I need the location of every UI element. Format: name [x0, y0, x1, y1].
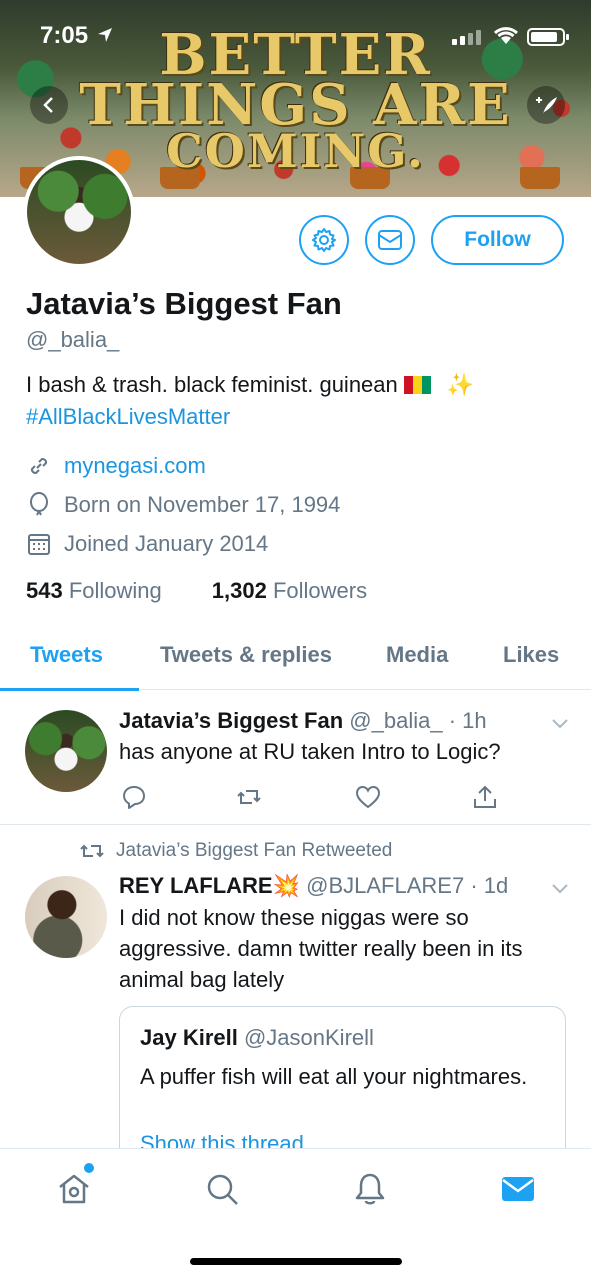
following-count: 543: [26, 578, 63, 603]
tweet-text: has anyone at RU taken Intro to Logic?: [119, 739, 501, 764]
tweet-author-avatar[interactable]: [25, 710, 107, 792]
profile-avatar-image: [27, 160, 131, 264]
bio-text: I bash & trash. black feminist. guinean: [26, 372, 398, 397]
guinea-flag-icon: [403, 376, 431, 394]
quoted-tweet-header: Jay Kirell @JasonKirell: [140, 1025, 374, 1051]
profile-birthday: Born on November 17, 1994: [64, 492, 341, 517]
envelope-icon[interactable]: [500, 1171, 536, 1207]
home-notification-dot: [84, 1163, 94, 1173]
like-icon[interactable]: [355, 784, 381, 810]
settings-button[interactable]: [299, 215, 349, 265]
mail-icon: [378, 230, 402, 250]
follow-button[interactable]: Follow: [431, 215, 564, 265]
following-count-link[interactable]: 543 Following: [26, 578, 162, 604]
balloon-icon: [26, 492, 52, 518]
compose-icon: [536, 97, 557, 114]
chevron-down-icon[interactable]: [551, 714, 569, 732]
profile-joined-date: Joined January 2014: [64, 531, 269, 556]
status-time: 7:05: [40, 22, 89, 49]
location-arrow-icon: [97, 27, 113, 48]
tweet-author-handle: @_balia_: [349, 708, 443, 733]
collision-emoji-icon: 💥: [272, 873, 301, 898]
followers-label: Followers: [272, 578, 368, 603]
tab-media[interactable]: Media: [386, 642, 448, 668]
followers-count: 1,302: [211, 578, 267, 603]
cellular-signal-icon: [452, 30, 481, 45]
tweet-author-handle: @BJLAFLARE7: [306, 873, 465, 898]
home-icon[interactable]: [56, 1171, 92, 1207]
tweet[interactable]: Jatavia’s Biggest Fan @_balia_ · 1h has …: [0, 692, 591, 825]
link-icon: [26, 453, 52, 479]
retweet-icon[interactable]: [236, 784, 262, 810]
quoted-author-handle: @JasonKirell: [243, 1025, 374, 1050]
follow-counts: 543 Following 1,302 Followers: [26, 578, 367, 604]
profile-website-link[interactable]: mynegasi.com: [64, 453, 206, 479]
profile-joined-row: Joined January 2014: [26, 531, 268, 557]
profile-bio: I bash & trash. black feminist. guinean ✨…: [26, 369, 566, 433]
tweet-time: · 1d: [470, 873, 509, 898]
tweet-author-avatar[interactable]: [25, 876, 107, 958]
wifi-icon: [491, 24, 521, 51]
status-bar: 7:05: [0, 0, 591, 70]
active-tab-indicator: [0, 688, 139, 691]
settings-icon: [312, 228, 336, 252]
quoted-tweet-text: A puffer fish will eat all your nightmar…: [140, 1064, 528, 1089]
back-icon: [43, 97, 53, 113]
retweeted-by-text[interactable]: Jatavia’s Biggest Fan Retweeted: [116, 840, 392, 862]
profile-birthday-row: Born on November 17, 1994: [26, 492, 340, 518]
tab-tweets[interactable]: Tweets: [30, 642, 103, 668]
following-label: Following: [68, 578, 162, 603]
home-indicator[interactable]: [190, 1258, 402, 1265]
tab-tweets-and-replies[interactable]: Tweets & replies: [160, 642, 332, 668]
bio-hashtag-link[interactable]: #AllBlackLivesMatter: [26, 404, 230, 429]
battery-icon: [527, 28, 569, 46]
compose-tweet-button[interactable]: [527, 86, 565, 124]
followers-count-link[interactable]: 1,302 Followers: [212, 578, 367, 604]
retweeted-indicator: Jatavia’s Biggest Fan Retweeted: [80, 840, 392, 862]
tab-likes[interactable]: Likes: [503, 642, 559, 668]
bell-icon[interactable]: [352, 1171, 388, 1207]
reply-icon[interactable]: [121, 784, 147, 810]
profile-handle: @_balia_: [26, 327, 120, 352]
search-icon[interactable]: [204, 1171, 240, 1207]
direct-message-button[interactable]: [365, 215, 415, 265]
back-button[interactable]: [30, 86, 68, 124]
tweet-header: Jatavia’s Biggest Fan @_balia_ · 1h: [119, 708, 487, 734]
tweet-header: REY LAFLARE💥 @BJLAFLARE7 · 1d: [119, 873, 508, 899]
quoted-author-name: Jay Kirell: [140, 1025, 238, 1050]
tweet-actions: [119, 784, 519, 812]
sparkles-icon: ✨: [446, 372, 475, 397]
calendar-icon: [26, 531, 52, 557]
profile-avatar[interactable]: [23, 156, 135, 268]
retweet-icon: [80, 842, 104, 860]
tweet-author-name[interactable]: REY LAFLARE: [119, 873, 273, 898]
profile-display-name: Jatavia’s Biggest Fan: [26, 286, 342, 321]
tweet[interactable]: Jatavia’s Biggest Fan Retweeted REY LAFL…: [0, 826, 591, 1186]
chevron-down-icon[interactable]: [551, 879, 569, 897]
tweet-text: I did not know these niggas were so aggr…: [119, 905, 523, 992]
profile-website-row: mynegasi.com: [26, 453, 206, 479]
tweet-time: · 1h: [448, 708, 487, 733]
share-icon[interactable]: [472, 784, 498, 810]
profile-tabs: Tweets Tweets & replies Media Likes: [0, 622, 591, 691]
tweet-author-name[interactable]: Jatavia’s Biggest Fan: [119, 708, 343, 733]
